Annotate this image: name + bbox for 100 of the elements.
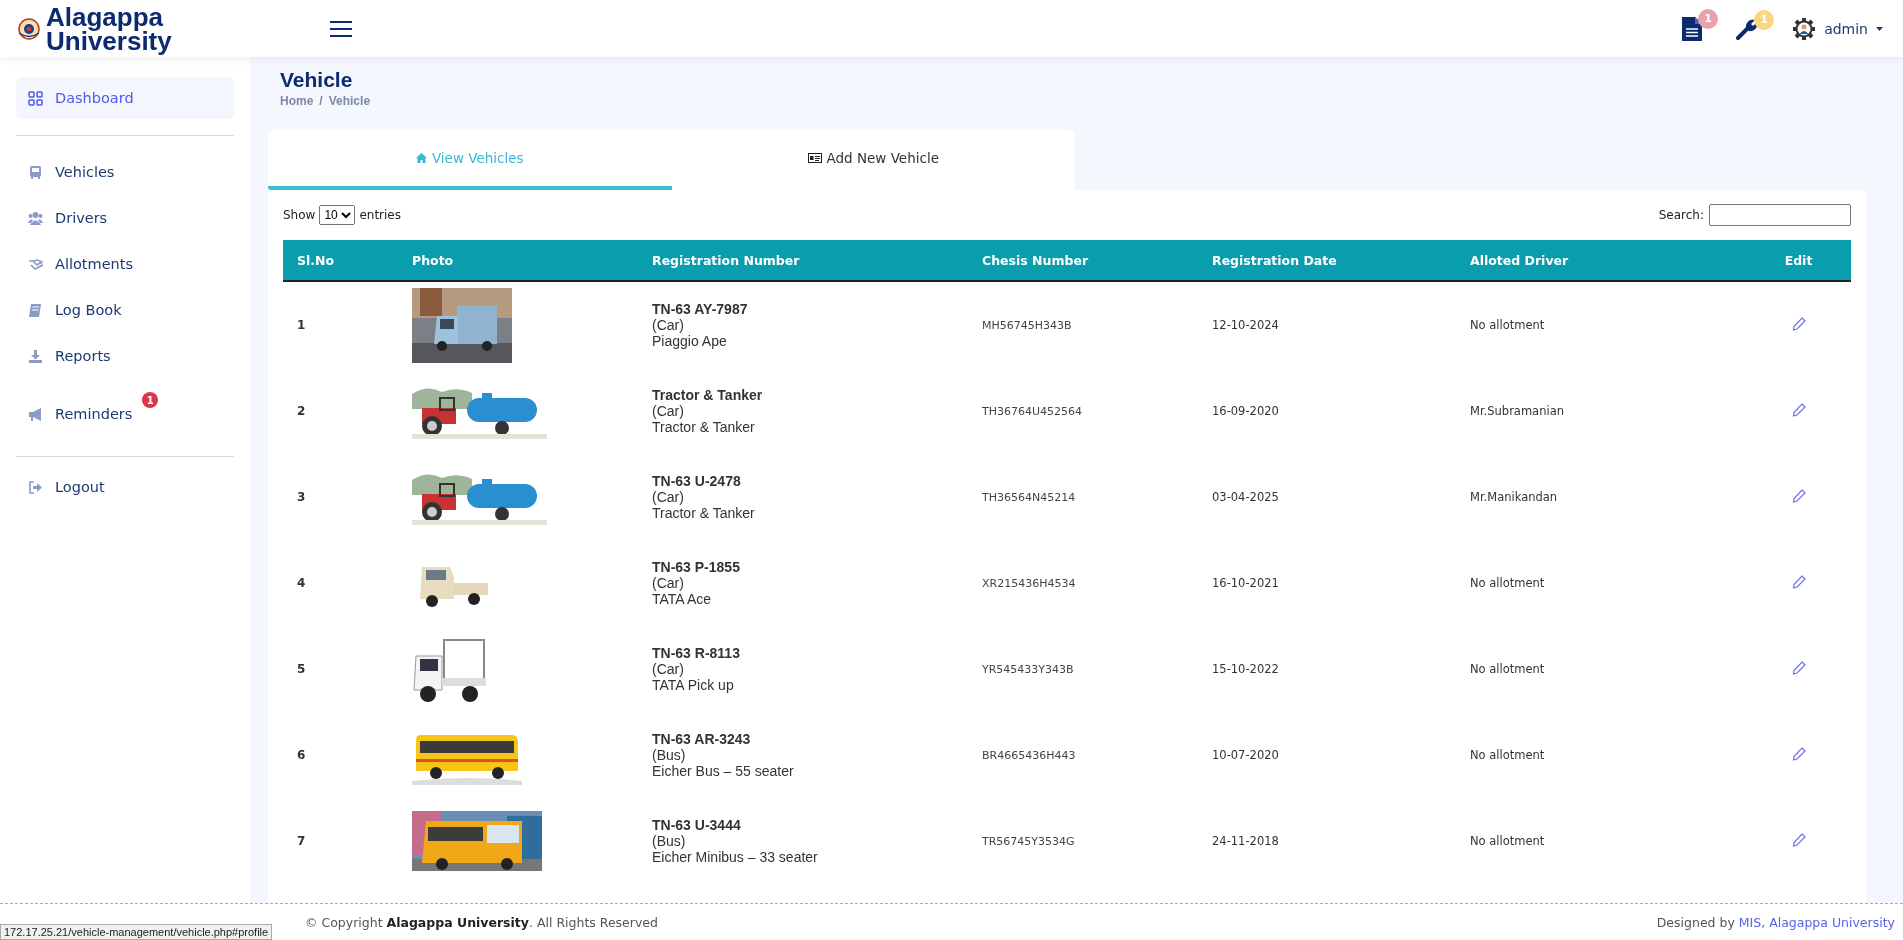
vehicle-type: (Bus) [652,833,686,849]
table-cell: 12-10-2024 [1212,318,1279,332]
book-icon [28,302,43,318]
tab[interactable]: Add New Vehicle [671,130,1075,190]
registration-number: TN-63 AR-3243 [652,731,751,747]
table-cell: 6 [297,748,306,762]
table-cell: MH56745H343B [982,318,1072,332]
megaphone-icon [28,406,43,422]
gear-avatar-icon [1792,16,1817,41]
vehicle-type: (Car) [652,661,684,677]
vehicle-model: Piaggio Ape [652,333,727,349]
table-cell: 10-07-2020 [1212,748,1279,762]
sidebar-item[interactable]: Drivers [16,200,120,236]
sidebar-item[interactable]: Allotments [16,246,145,282]
pencil-icon[interactable] [1791,316,1806,331]
bus-icon [28,164,43,180]
search-label: Search: [1658,208,1704,222]
column-header: Chesis Number [968,240,1198,281]
vehicle-type: (Car) [652,575,684,591]
table-cell: 16-10-2021 [1212,576,1279,590]
table-cell: No allotment [1470,576,1545,590]
vehicle-type: (Car) [652,317,684,333]
vehicle-model: TATA Ace [652,591,712,607]
table-cell: 4 [297,576,306,590]
university-logo [18,17,40,40]
table-cell: 16-09-2020 [1212,404,1279,418]
breadcrumb-separator: / [319,94,323,108]
pencil-icon[interactable] [1791,402,1806,417]
pencil-icon[interactable] [1791,574,1806,589]
pencil-icon[interactable] [1791,746,1806,761]
show-label: Show [283,208,316,222]
count-badge: 1 [142,392,159,408]
status-url: 172.17.25.21/vehicle-management/vehicle.php#profile [0,924,273,940]
designer-credit: Designed by MIS, Alagappa University [1656,914,1895,930]
table-cell: 5 [297,662,306,676]
vehicle-type: (Bus) [652,747,686,763]
column-header: Photo [398,240,638,281]
table-cell: 03-04-2025 [1212,490,1279,504]
users-icon [28,210,43,226]
table-cell: 7 [297,834,306,848]
sidebar-item[interactable]: Logout [16,469,117,505]
table-cell: BR4665436H443 [982,748,1076,762]
handshake-icon [28,256,43,272]
registration-number: TN-63 P-1855 [652,559,740,575]
table-cell: TH36764U452564 [982,404,1083,418]
table-cell: No allotment [1470,318,1545,332]
registration-number: Tractor & Tanker [652,387,763,403]
download-icon [28,348,43,364]
user-menu[interactable]: admin [1824,20,1868,37]
entries-label: entries [359,208,401,222]
vehicle-model: Tractor & Tanker [652,505,755,521]
pencil-icon[interactable] [1791,488,1806,503]
registration-number: TN-63 U-3444 [652,817,741,833]
table-cell: TR56745Y3534G [982,834,1075,848]
logout-icon [28,479,43,495]
pencil-icon[interactable] [1791,832,1806,847]
sidebar-item[interactable]: Reports [16,338,123,374]
table-cell: No allotment [1470,662,1545,676]
column-header: Registration Date [1198,240,1456,281]
vehicle-type: (Car) [652,403,684,419]
table-cell: Mr.Subramanian [1470,404,1564,418]
table-cell: XR215436H4534 [982,576,1076,590]
caret-icon [1876,26,1883,31]
wrench-icon[interactable] [1736,17,1759,40]
brand-name: Alagappa University [46,4,172,53]
designer-link[interactable]: MIS, Alagappa University [1738,914,1895,930]
vehicle-model: Eicher Minibus – 33 seater [652,849,818,865]
page-title: Vehicle [280,68,354,92]
table-cell: 15-10-2022 [1212,662,1279,676]
table-cell: 24-11-2018 [1212,834,1279,848]
sidebar-item[interactable]: Vehicles [16,154,127,190]
notification-badge: 1 [1754,9,1775,30]
grid-icon [28,90,43,106]
sidebar-item[interactable]: Reminders [16,396,145,432]
notification-badge: 1 [1698,8,1719,29]
table-cell: Mr.Manikandan [1470,490,1558,504]
table-cell: YR545433Y343B [982,662,1074,676]
id-card-icon [807,153,822,163]
column-header: Registration Number [638,240,968,281]
page-size-select[interactable]: 10 [319,205,356,225]
home-icon [415,153,427,163]
table-cell: 3 [297,490,306,504]
table-cell: TH36564N45214 [982,490,1076,504]
column-header: Alloted Driver [1456,240,1746,281]
table-cell: 2 [297,404,306,418]
sidebar-item[interactable]: Log Book [16,292,134,328]
search-field[interactable] [1709,204,1851,226]
column-header: Edit [1746,240,1851,281]
registration-number: TN-63 R-8113 [652,645,740,661]
vehicle-type: (Car) [652,489,684,505]
column-header: Sl.No [283,240,398,281]
pencil-icon[interactable] [1791,660,1806,675]
menu-icon[interactable] [330,19,352,38]
sidebar-item[interactable]: Dashboard [16,77,234,119]
copyright-text: © Copyright Alagappa University. All Rights Reserved [305,914,658,930]
vehicle-model: TATA Pick up [652,677,734,693]
document-icon[interactable] [1682,16,1703,41]
vehicle-model: Tractor & Tanker [652,419,755,435]
registration-number: TN-63 U-2478 [652,473,741,489]
registration-number: TN-63 AY-7987 [652,301,748,317]
